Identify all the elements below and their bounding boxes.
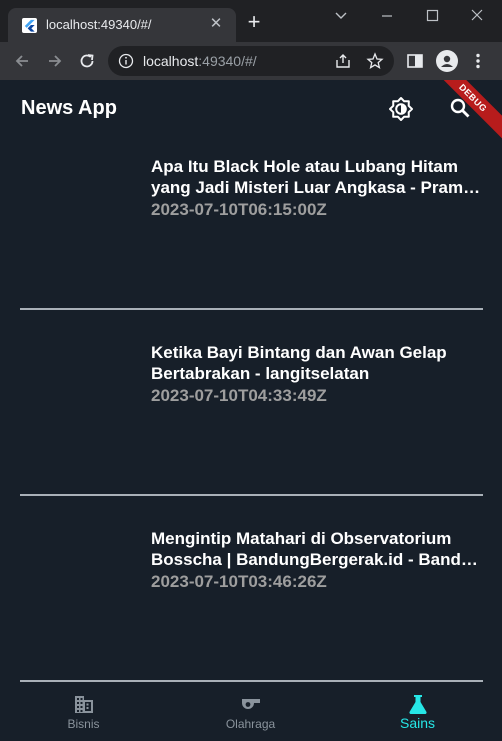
news-list-item[interactable]: Apa Itu Black Hole atau Lubang Hitam yan… <box>0 136 502 322</box>
nav-label: Bisnis <box>67 717 100 731</box>
profile-avatar-icon[interactable] <box>436 50 458 72</box>
news-title-line: Apa Itu Black Hole atau Lubang Hitam <box>151 157 458 176</box>
divider <box>20 494 483 496</box>
browser-toolbar: localhost:49340/#/ <box>0 42 502 80</box>
bottom-navigation-bar: Bisnis Olahraga Sains <box>0 683 502 741</box>
reload-icon[interactable] <box>77 51 97 71</box>
news-title: Mengintip Matahari di Observatorium Boss… <box>151 528 483 570</box>
news-thumbnail <box>20 144 140 264</box>
close-window-icon[interactable] <box>466 6 488 26</box>
brightness-toggle-icon[interactable] <box>388 96 414 122</box>
tab-close-icon[interactable]: ✕ <box>208 16 224 32</box>
nav-label: Olahraga <box>225 717 276 731</box>
news-title-line: Mengintip Matahari di Observatorium <box>151 529 452 548</box>
news-thumbnail <box>20 330 140 450</box>
browser-titlebar: localhost:49340/#/ ✕ + <box>0 0 502 42</box>
maximize-icon[interactable] <box>421 6 443 26</box>
app-bar: News App DEBUG <box>0 80 502 143</box>
news-list: Apa Itu Black Hole atau Lubang Hitam yan… <box>0 136 502 694</box>
forward-icon[interactable] <box>45 51 65 71</box>
nav-item-sains[interactable]: Sains <box>334 683 501 741</box>
news-app: News App DEBUG Apa Itu Black Hole atau L… <box>0 80 502 741</box>
back-icon[interactable] <box>12 51 32 71</box>
news-title-line: Bosscha | BandungBergerak.id - Bandung <box>151 550 483 569</box>
news-title-line: yang Jadi Misteri Luar Angkasa - Prambor… <box>151 178 483 197</box>
url-path: :49340/#/ <box>198 53 257 69</box>
app-title: News App <box>21 97 117 119</box>
whistle-icon <box>242 699 260 709</box>
nav-item-olahraga[interactable]: Olahraga <box>167 683 334 741</box>
divider <box>20 680 483 682</box>
news-title: Apa Itu Black Hole atau Lubang Hitam yan… <box>151 156 483 198</box>
news-title-line: Ketika Bayi Bintang dan Awan Gelap <box>151 343 447 362</box>
news-thumbnail <box>20 516 140 636</box>
site-info-icon[interactable] <box>118 53 134 69</box>
nav-item-bisnis[interactable]: Bisnis <box>0 683 167 741</box>
news-list-item[interactable]: Ketika Bayi Bintang dan Awan Gelap Berta… <box>0 322 502 508</box>
news-title-line: Bertabrakan - langitselatan <box>151 364 370 383</box>
nav-label: Sains <box>399 715 436 731</box>
url-host: localhost <box>143 53 199 69</box>
bookmark-star-icon[interactable] <box>366 52 384 70</box>
browser-tab[interactable]: localhost:49340/#/ ✕ <box>8 8 236 42</box>
news-title: Ketika Bayi Bintang dan Awan Gelap Berta… <box>151 342 483 384</box>
tab-title: localhost:49340/#/ <box>46 17 152 32</box>
news-date: 2023-07-10T03:46:26Z <box>151 572 327 591</box>
tab-search-chevron-icon[interactable] <box>330 6 352 26</box>
news-date: 2023-07-10T04:33:49Z <box>151 386 327 405</box>
flask-icon <box>409 695 427 714</box>
minimize-icon[interactable] <box>376 6 398 26</box>
flutter-favicon-icon <box>22 18 37 33</box>
menu-kebab-icon[interactable] <box>468 51 488 71</box>
side-panel-icon[interactable] <box>405 51 425 71</box>
address-bar[interactable]: localhost:49340/#/ <box>108 46 394 76</box>
divider <box>20 308 483 310</box>
business-icon <box>75 696 93 713</box>
news-date: 2023-07-10T06:15:00Z <box>151 200 327 219</box>
address-url: localhost:49340/#/ <box>143 53 257 69</box>
new-tab-icon[interactable]: + <box>244 11 264 33</box>
share-icon[interactable] <box>334 52 352 70</box>
news-list-item[interactable]: Mengintip Matahari di Observatorium Boss… <box>0 508 502 694</box>
